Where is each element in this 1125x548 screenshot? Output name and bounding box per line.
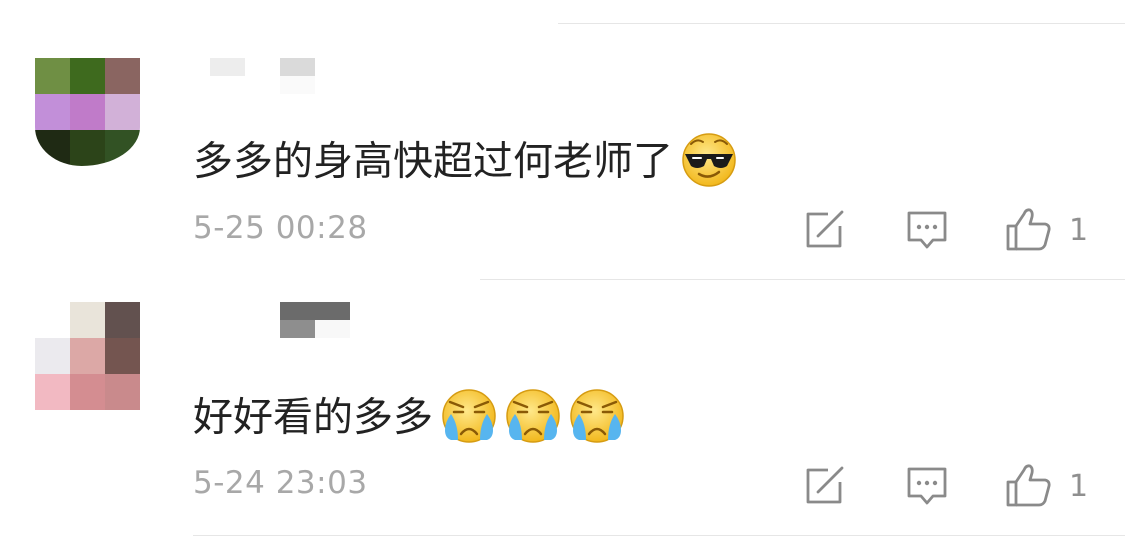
avatar-tile (70, 94, 105, 130)
crying-emoji-icon (505, 388, 561, 451)
avatar-tile (35, 338, 70, 374)
thumbs-up-icon (1005, 206, 1053, 256)
avatar-tile (105, 374, 140, 410)
username-tile (280, 76, 315, 94)
username-tile (210, 76, 245, 94)
share-button[interactable] (804, 210, 846, 254)
avatar-tile (35, 58, 70, 94)
username-tile (210, 58, 245, 76)
timestamp: 5-24 23:03 (193, 465, 368, 501)
avatar-tile (70, 302, 105, 338)
username-tile (245, 76, 280, 94)
username-tile (245, 58, 280, 76)
comment-body: 多多的身高快超过何老师了 (193, 138, 673, 185)
share-icon (804, 210, 846, 254)
crying-emoji-icon (441, 388, 497, 451)
like-button[interactable]: 1 (1005, 462, 1088, 512)
username[interactable] (245, 302, 350, 338)
comment-item: 好好看的多多 5-24 23:03 1 (0, 280, 1125, 548)
avatar-tile (105, 58, 140, 94)
like-count: 1 (1069, 213, 1089, 248)
username-tile (245, 302, 280, 320)
avatar-tile (105, 302, 140, 338)
comment-text: 好好看的多多 (193, 388, 625, 451)
like-count: 1 (1069, 469, 1089, 504)
username-tile (280, 302, 315, 320)
thumbs-up-icon (1005, 462, 1053, 512)
sunglasses-emoji-icon (681, 132, 737, 195)
share-button[interactable] (804, 466, 846, 510)
username[interactable] (210, 58, 315, 94)
comment-icon (906, 210, 948, 254)
avatar-tile (70, 130, 105, 166)
comment-item: 多多的身高快超过何老师了 5-25 00:28 1 (0, 0, 1125, 280)
username-tile (315, 320, 350, 338)
reply-button[interactable] (906, 466, 948, 510)
avatar-tile (35, 302, 70, 338)
comment-text: 多多的身高快超过何老师了 (193, 132, 737, 195)
reply-button[interactable] (906, 210, 948, 254)
username-tile (245, 320, 280, 338)
crying-emoji-icon (569, 388, 625, 451)
comment-icon (906, 466, 948, 510)
comment-body: 好好看的多多 (193, 394, 433, 441)
username-tile (280, 58, 315, 76)
avatar-tile (105, 94, 140, 130)
username-tile (280, 320, 315, 338)
bottom-divider (193, 535, 1125, 536)
avatar-tile (35, 94, 70, 130)
username-tile (315, 302, 350, 320)
avatar-tile (105, 130, 140, 166)
share-icon (804, 466, 846, 510)
avatar-tile (105, 338, 140, 374)
like-button[interactable]: 1 (1005, 206, 1088, 256)
avatar-tile (70, 338, 105, 374)
avatar-tile (35, 130, 70, 166)
avatar-tile (70, 58, 105, 94)
avatar-tile (35, 374, 70, 410)
avatar[interactable] (35, 302, 140, 410)
timestamp: 5-25 00:28 (193, 210, 368, 246)
avatar-tile (70, 374, 105, 410)
avatar[interactable] (35, 58, 140, 166)
